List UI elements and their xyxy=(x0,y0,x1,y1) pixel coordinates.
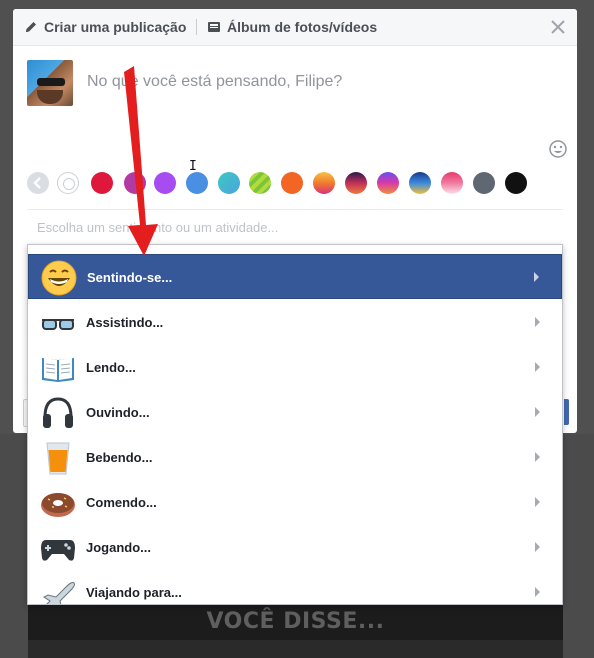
activity-label: Assistindo... xyxy=(86,315,164,330)
glass-drink-icon xyxy=(40,440,76,476)
chevron-right-icon xyxy=(535,317,540,327)
pencil-icon xyxy=(24,20,38,34)
tab-photo-album[interactable]: Álbum de fotos/vídeos xyxy=(207,9,377,45)
activity-item-drinking[interactable]: Bebendo... xyxy=(28,435,562,480)
post-button[interactable] xyxy=(564,399,569,425)
tab-photo-album-label: Álbum de fotos/vídeos xyxy=(227,19,378,35)
donut-icon xyxy=(40,485,76,521)
color-swatch-white[interactable] xyxy=(57,172,79,194)
color-swatch-magenta[interactable] xyxy=(124,172,146,194)
grinning-face-icon xyxy=(41,260,77,296)
tab-create-post[interactable]: Criar uma publicação xyxy=(24,9,186,45)
close-icon[interactable] xyxy=(549,18,567,36)
color-swatch-green[interactable] xyxy=(249,172,271,194)
chevron-right-icon xyxy=(535,542,540,552)
activity-label: Ouvindo... xyxy=(86,405,150,420)
activity-label: Comendo... xyxy=(86,495,157,510)
color-swatch-sunset[interactable] xyxy=(313,172,335,194)
banner-text: VOCÊ DISSE... xyxy=(206,609,385,634)
color-swatch-black[interactable] xyxy=(505,172,527,194)
activity-item-listening[interactable]: Ouvindo... xyxy=(28,390,562,435)
activity-item-playing[interactable]: Jogando... xyxy=(28,525,562,570)
activity-item-feeling[interactable]: Sentindo-se... xyxy=(28,254,562,299)
activity-item-traveling[interactable]: Viajando para... xyxy=(28,570,562,604)
emoji-picker-icon[interactable] xyxy=(549,140,567,158)
color-swatch-teal[interactable] xyxy=(218,172,240,194)
activity-item-eating[interactable]: Comendo... xyxy=(28,480,562,525)
chevron-right-icon xyxy=(535,497,540,507)
open-book-icon xyxy=(40,350,76,386)
post-banner: VOCÊ DISSE... xyxy=(28,604,563,658)
color-swatch-purple[interactable] xyxy=(154,172,176,194)
chevron-right-icon xyxy=(535,587,540,597)
activity-label: Viajando para... xyxy=(86,585,182,600)
activity-label: Lendo... xyxy=(86,360,136,375)
chevron-right-icon xyxy=(535,362,540,372)
color-swatch-gray[interactable] xyxy=(473,172,495,194)
color-swatch-pink[interactable] xyxy=(441,172,463,194)
avatar xyxy=(27,60,73,106)
color-swatch-red[interactable] xyxy=(91,172,113,194)
composer-header: Criar uma publicação Álbum de fotos/víde… xyxy=(13,9,577,46)
tab-create-post-label: Criar uma publicação xyxy=(44,19,187,35)
chevron-right-icon xyxy=(534,272,539,282)
activity-dropdown: Sentindo-se... Assistindo... Lendo... Ou… xyxy=(27,244,563,605)
chevron-right-icon xyxy=(535,452,540,462)
color-swatch-dusk[interactable] xyxy=(345,172,367,194)
divider xyxy=(27,209,563,210)
chevron-right-icon xyxy=(535,407,540,417)
activity-label: Sentindo-se... xyxy=(87,270,173,285)
activity-item-reading[interactable]: Lendo... xyxy=(28,345,562,390)
scroll-left-icon[interactable] xyxy=(27,172,49,194)
headphones-icon xyxy=(40,395,76,431)
activity-search-input[interactable]: Escolha um sentimento ou um atividade... xyxy=(37,220,278,235)
activity-item-watching[interactable]: Assistindo... xyxy=(28,300,562,345)
airplane-icon xyxy=(40,575,76,604)
color-swatch-violet[interactable] xyxy=(377,172,399,194)
color-swatch-orange[interactable] xyxy=(281,172,303,194)
color-swatch-blue[interactable] xyxy=(186,172,208,194)
glasses-icon xyxy=(40,305,76,341)
tab-divider xyxy=(196,19,197,35)
album-icon xyxy=(207,20,221,34)
activity-label: Bebendo... xyxy=(86,450,153,465)
activity-label: Jogando... xyxy=(86,540,151,555)
gamepad-icon xyxy=(40,530,76,566)
color-swatch-ocean[interactable] xyxy=(409,172,431,194)
post-text-input[interactable]: No que você está pensando, Filipe? xyxy=(87,73,342,91)
